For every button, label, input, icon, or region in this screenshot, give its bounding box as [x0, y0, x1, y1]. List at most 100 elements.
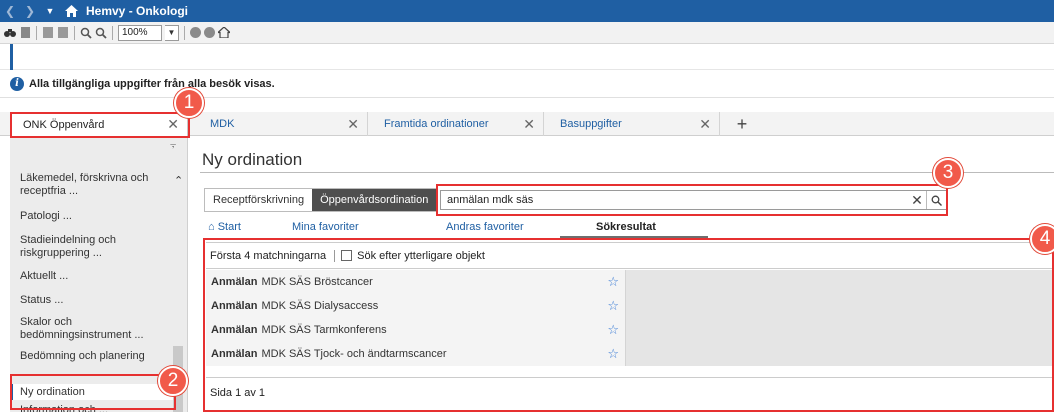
search-results: Första 4 matchningarna Sök efter ytterli… [206, 242, 1054, 412]
search-field[interactable]: anmälan mdk säs ✕ [440, 190, 947, 210]
tab-onk-oppenvard[interactable]: ONK Öppenvård ✕ [10, 112, 188, 136]
result-keyword: Anmälan [211, 324, 258, 336]
tab-label: Basuppgifter [560, 118, 622, 130]
result-cell[interactable]: Anmälan MDK SÄS Tjock- och ändtarmscance… [206, 342, 626, 366]
result-cell[interactable]: Anmälan MDK SÄS Tarmkonferens ☆ [206, 318, 626, 342]
tab-label: MDK [210, 118, 235, 130]
home-icon: ⌂ [208, 221, 215, 233]
back-icon[interactable]: ❮ [0, 4, 20, 18]
ordination-type-switch: Receptförskrivning Öppenvårdsordination [204, 188, 438, 212]
star-icon[interactable]: ☆ [607, 322, 619, 338]
annotation-badge: 1 [174, 88, 204, 118]
sidebar-item-aktuellt[interactable]: Aktuellt ... [10, 270, 176, 283]
active-subtab-indicator [560, 236, 708, 238]
table-row[interactable]: Anmälan MDK SÄS Bröstcancer ☆ [206, 270, 1054, 294]
sidebar-item-stadieindelning[interactable]: Stadieindelning och riskgruppering ... [10, 234, 176, 260]
result-name: MDK SÄS Tjock- och ändtarmscancer [261, 348, 447, 360]
annotation-badge: 4 [1030, 224, 1054, 254]
result-empty-cell [626, 294, 1054, 318]
match-count: Första 4 matchningarna [206, 249, 336, 262]
toolbar-separator [184, 25, 185, 40]
stop-icon[interactable] [204, 27, 215, 38]
subtab-andras-favoriter[interactable]: Andras favoriter [446, 221, 524, 233]
close-icon[interactable]: ✕ [167, 116, 179, 133]
tab-label: Framtida ordinationer [384, 118, 489, 130]
search-icon[interactable] [926, 191, 946, 209]
pin-icon[interactable]: ⍪ [170, 140, 177, 153]
tab-framtida-ordinationer[interactable]: Framtida ordinationer ✕ [368, 112, 544, 136]
star-icon[interactable]: ☆ [607, 346, 619, 362]
toolbar-separator [36, 25, 37, 40]
segment-oppenvardsordination[interactable]: Öppenvårdsordination [312, 189, 437, 211]
subtab-mina-favoriter[interactable]: Mina favoriter [292, 221, 359, 233]
result-empty-cell [626, 318, 1054, 342]
title-bar: ❮ ❯ ▼ Hemvy - Onkologi [0, 0, 1054, 22]
record-icon[interactable] [190, 27, 201, 38]
result-empty-cell [626, 270, 1054, 294]
result-empty-cell [626, 342, 1054, 366]
result-name: MDK SÄS Dialysaccess [261, 300, 379, 312]
sidebar-item-bedomning[interactable]: Bedömning och planering [10, 350, 176, 363]
table-row[interactable]: Anmälan MDK SÄS Tjock- och ändtarmscance… [206, 342, 1054, 366]
document-icon[interactable] [19, 27, 31, 39]
sidebar-item-status[interactable]: Status ... [10, 294, 176, 307]
subtab-start[interactable]: ⌂ Start [208, 221, 241, 233]
result-name: MDK SÄS Bröstcancer [261, 276, 373, 288]
close-icon[interactable]: ✕ [699, 116, 711, 133]
sidebar-item-lakemedel[interactable]: Läkemedel, förskrivna och receptfria ... [10, 172, 176, 198]
result-name: MDK SÄS Tarmkonferens [261, 324, 387, 336]
tab-mdk[interactable]: MDK ✕ [200, 112, 368, 136]
forward-icon[interactable]: ❯ [20, 4, 40, 18]
close-icon[interactable]: ✕ [347, 116, 359, 133]
sidebar-item-skalor[interactable]: Skalor och bedömningsinstrument ... [10, 316, 176, 342]
star-icon[interactable]: ☆ [607, 298, 619, 314]
star-icon[interactable]: ☆ [607, 274, 619, 290]
sidebar-item-ny-ordination[interactable]: Ny ordination [10, 384, 176, 400]
clear-icon[interactable]: ✕ [908, 192, 926, 209]
close-icon[interactable]: ✕ [523, 116, 535, 133]
toolbar-separator [74, 25, 75, 40]
title-divider [200, 172, 1054, 173]
toolbar: 100% ▼ [0, 22, 1054, 44]
result-cell[interactable]: Anmälan MDK SÄS Bröstcancer ☆ [206, 270, 626, 294]
extra-search-checkbox[interactable] [341, 250, 353, 261]
segment-receptforskrivning[interactable]: Receptförskrivning [205, 189, 313, 211]
zoom-in-icon[interactable] [95, 27, 107, 39]
zoom-out-icon[interactable] [80, 27, 92, 39]
table-row[interactable]: Anmälan MDK SÄS Tarmkonferens ☆ [206, 318, 1054, 342]
dropdown-icon[interactable]: ▼ [40, 6, 60, 16]
annotation-badge: 3 [933, 158, 963, 188]
result-keyword: Anmälan [211, 348, 258, 360]
tab-basuppgifter[interactable]: Basuppgifter ✕ [544, 112, 720, 136]
result-cell[interactable]: Anmälan MDK SÄS Dialysaccess ☆ [206, 294, 626, 318]
zoom-dropdown-icon[interactable]: ▼ [165, 24, 179, 41]
toolbar-separator [112, 25, 113, 40]
result-keyword: Anmälan [211, 276, 258, 288]
home-icon[interactable] [60, 5, 82, 17]
sidebar-item-information[interactable]: Information och ... [10, 404, 176, 412]
result-keyword: Anmälan [211, 300, 258, 312]
sidebar-item-patologi[interactable]: Patologi ... [10, 210, 176, 223]
subtab-sokresultat[interactable]: Sökresultat [596, 221, 656, 233]
window-title: Hemvy - Onkologi [86, 4, 189, 18]
page-prev-icon[interactable] [42, 27, 54, 39]
tab-strip: ONK Öppenvård ✕ MDK ✕ Framtida ordinatio… [0, 112, 1054, 136]
results-header: Första 4 matchningarna Sök efter ytterli… [206, 243, 1054, 269]
pagination-label: Sida 1 av 1 [206, 377, 1054, 407]
zoom-level-field[interactable]: 100% [118, 24, 162, 41]
page-next-icon[interactable] [57, 27, 69, 39]
main-panel: Ny ordination Receptförskrivning Öppenvå… [200, 136, 1054, 412]
search-input[interactable]: anmälan mdk säs [441, 194, 908, 206]
info-message: Alla tillgängliga uppgifter från alla be… [29, 77, 275, 90]
toolbar-spacer [0, 44, 1054, 98]
subtab-label: Start [217, 221, 241, 233]
home-icon[interactable] [218, 27, 230, 39]
binoculars-icon[interactable] [4, 27, 16, 39]
table-row[interactable]: Anmälan MDK SÄS Dialysaccess ☆ [206, 294, 1054, 318]
info-icon: i [10, 76, 24, 91]
extra-search-label[interactable]: Sök efter ytterligare objekt [357, 250, 485, 262]
annotation-badge: 2 [158, 366, 188, 396]
add-tab-button[interactable]: + [730, 112, 754, 136]
info-bar: i Alla tillgängliga uppgifter från alla … [0, 70, 1054, 98]
page-title: Ny ordination [202, 150, 303, 169]
